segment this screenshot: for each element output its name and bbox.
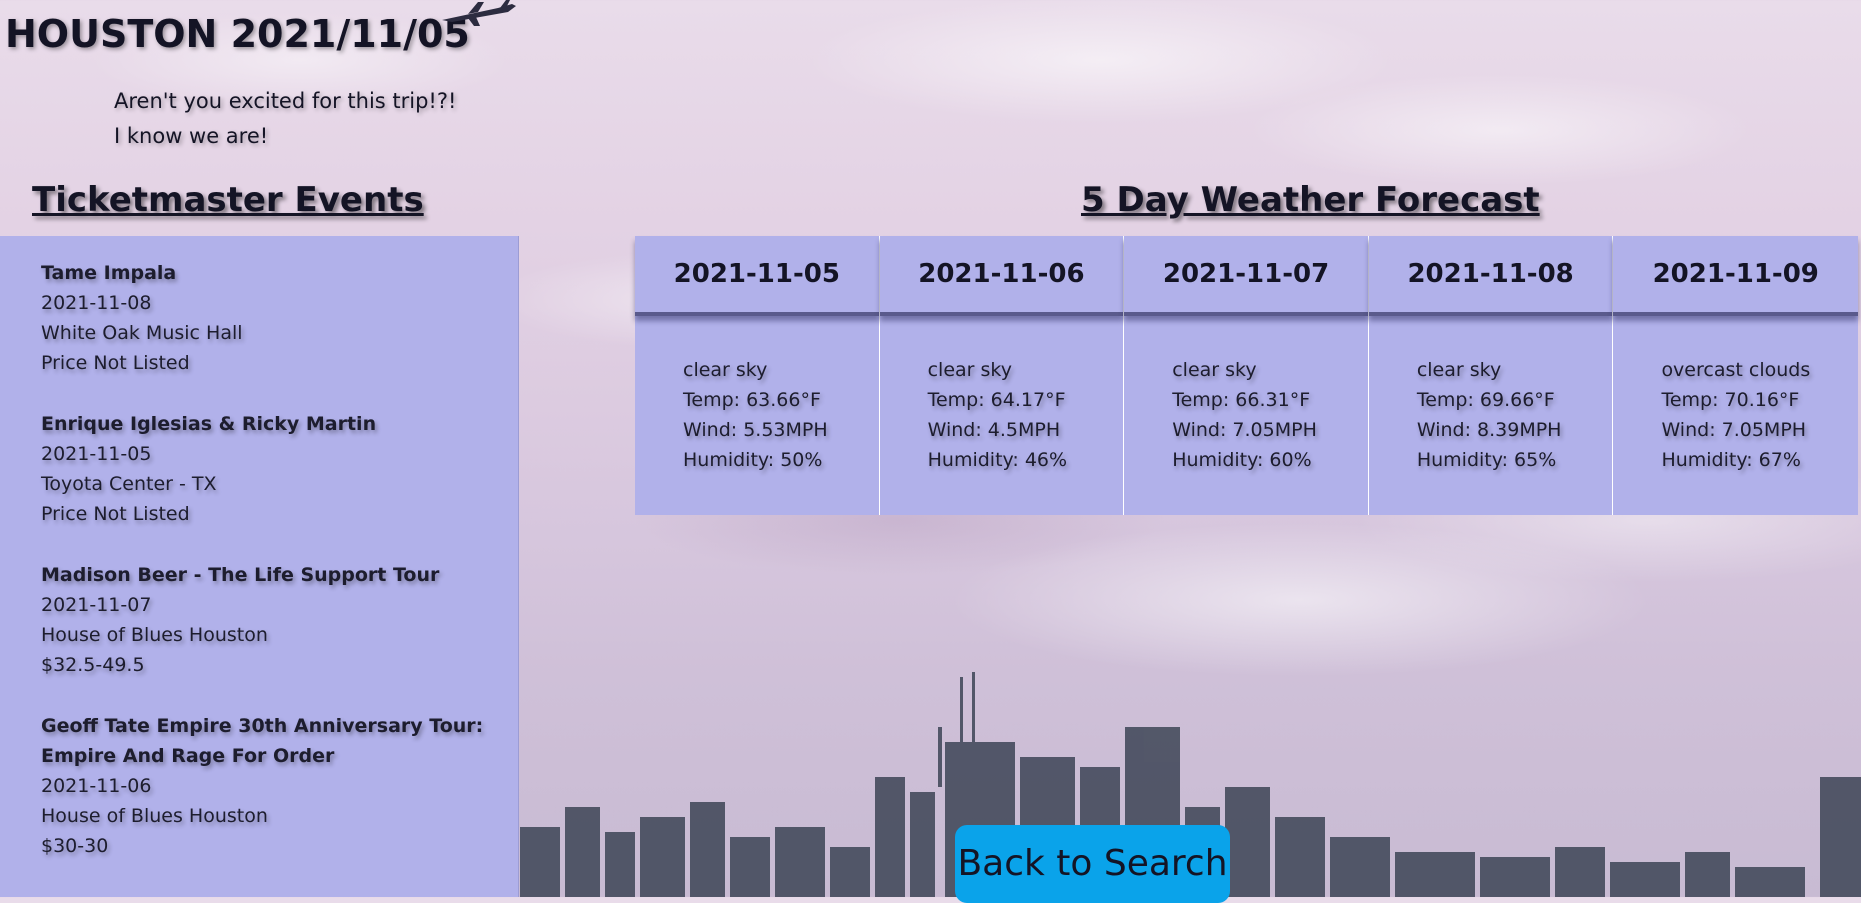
forecast-description: clear sky — [683, 359, 768, 381]
forecast-description: overcast clouds — [1661, 359, 1811, 381]
forecast-date: 2021-11-08 — [1368, 236, 1613, 316]
subtitle-we-are: I know we are! — [114, 124, 269, 148]
weather-forecast-row: 2021-11-05 clear sky Temp: 63.66°F Wind:… — [635, 236, 1859, 516]
forecast-description: clear sky — [1416, 359, 1502, 381]
forecast-card: 2021-11-05 clear sky Temp: 63.66°F Wind:… — [635, 236, 880, 515]
forecast-temp: Temp: 69.66°F — [1416, 389, 1555, 411]
forecast-details: clear sky Temp: 69.66°F Wind: 8.39MPH Hu… — [1369, 316, 1613, 475]
forecast-date: 2021-11-07 — [1124, 236, 1368, 316]
forecast-description: clear sky — [1172, 359, 1257, 381]
forecast-temp: Temp: 70.16°F — [1661, 389, 1800, 411]
forecast-temp: Temp: 63.66°F — [683, 389, 821, 411]
forecast-details: overcast clouds Temp: 70.16°F Wind: 7.05… — [1613, 316, 1858, 475]
forecast-temp: Temp: 64.17°F — [927, 389, 1066, 411]
forecast-wind: Wind: 7.05MPH — [1661, 419, 1807, 441]
event-name: Madison Beer - The Life Support Tour — [41, 564, 440, 586]
airplane-icon — [442, 0, 516, 26]
event-venue: White Oak Music Hall — [41, 322, 243, 344]
event-item: Geoff Tate Empire 30th Anniversary Tour:… — [41, 711, 488, 861]
page-title: HOUSTON 2021/11/05 — [5, 12, 470, 56]
forecast-humidity: Humidity: 46% — [927, 449, 1068, 471]
event-price: $32.5-49.5 — [41, 654, 145, 676]
forecast-humidity: Humidity: 67% — [1661, 449, 1801, 471]
forecast-details: clear sky Temp: 64.17°F Wind: 4.5MPH Hum… — [880, 316, 1124, 475]
forecast-wind: Wind: 5.53MPH — [683, 419, 828, 441]
event-date: 2021-11-08 — [41, 292, 152, 314]
forecast-humidity: Humidity: 60% — [1172, 449, 1312, 471]
forecast-card: 2021-11-08 clear sky Temp: 69.66°F Wind:… — [1368, 236, 1614, 515]
events-panel: Tame Impala 2021-11-08 White Oak Music H… — [0, 236, 519, 897]
forecast-wind: Wind: 4.5MPH — [927, 419, 1061, 441]
forecast-humidity: Humidity: 65% — [1416, 449, 1557, 471]
forecast-details: clear sky Temp: 66.31°F Wind: 7.05MPH Hu… — [1124, 316, 1368, 475]
event-date: 2021-11-05 — [41, 443, 152, 465]
forecast-date: 2021-11-09 — [1613, 236, 1859, 316]
weather-heading: 5 Day Weather Forecast — [1081, 180, 1540, 220]
event-date: 2021-11-07 — [41, 594, 152, 616]
forecast-wind: Wind: 7.05MPH — [1172, 419, 1317, 441]
event-price: $30-30 — [41, 835, 109, 857]
forecast-date: 2021-11-06 — [879, 236, 1124, 316]
event-name: Tame Impala — [41, 262, 177, 284]
forecast-details: clear sky Temp: 63.66°F Wind: 5.53MPH Hu… — [635, 316, 879, 475]
forecast-card: 2021-11-06 clear sky Temp: 64.17°F Wind:… — [879, 236, 1125, 515]
event-price: Price Not Listed — [41, 503, 190, 525]
subtitle-excited: Aren't you excited for this trip!?! — [114, 89, 457, 113]
forecast-humidity: Humidity: 50% — [683, 449, 823, 471]
event-name: Enrique Iglesias & Ricky Martin — [41, 413, 377, 435]
back-to-search-button[interactable]: Back to Search — [955, 825, 1230, 903]
forecast-card: 2021-11-09 overcast clouds Temp: 70.16°F… — [1613, 236, 1859, 515]
forecast-date: 2021-11-05 — [635, 236, 879, 316]
forecast-card: 2021-11-07 clear sky Temp: 66.31°F Wind:… — [1124, 236, 1369, 515]
event-venue: House of Blues Houston — [41, 624, 268, 646]
event-item: Enrique Iglesias & Ricky Martin 2021-11-… — [41, 409, 488, 529]
event-venue: Toyota Center - TX — [41, 473, 217, 495]
event-price: Price Not Listed — [41, 352, 190, 374]
event-item: Tame Impala 2021-11-08 White Oak Music H… — [41, 258, 488, 378]
events-heading: Ticketmaster Events — [32, 180, 424, 220]
event-date: 2021-11-06 — [41, 775, 152, 797]
event-venue: House of Blues Houston — [41, 805, 268, 827]
forecast-temp: Temp: 66.31°F — [1172, 389, 1311, 411]
event-name: Geoff Tate Empire 30th Anniversary Tour:… — [41, 715, 484, 767]
event-item: Madison Beer - The Life Support Tour 202… — [41, 560, 488, 680]
forecast-wind: Wind: 8.39MPH — [1416, 419, 1562, 441]
forecast-description: clear sky — [927, 359, 1012, 381]
